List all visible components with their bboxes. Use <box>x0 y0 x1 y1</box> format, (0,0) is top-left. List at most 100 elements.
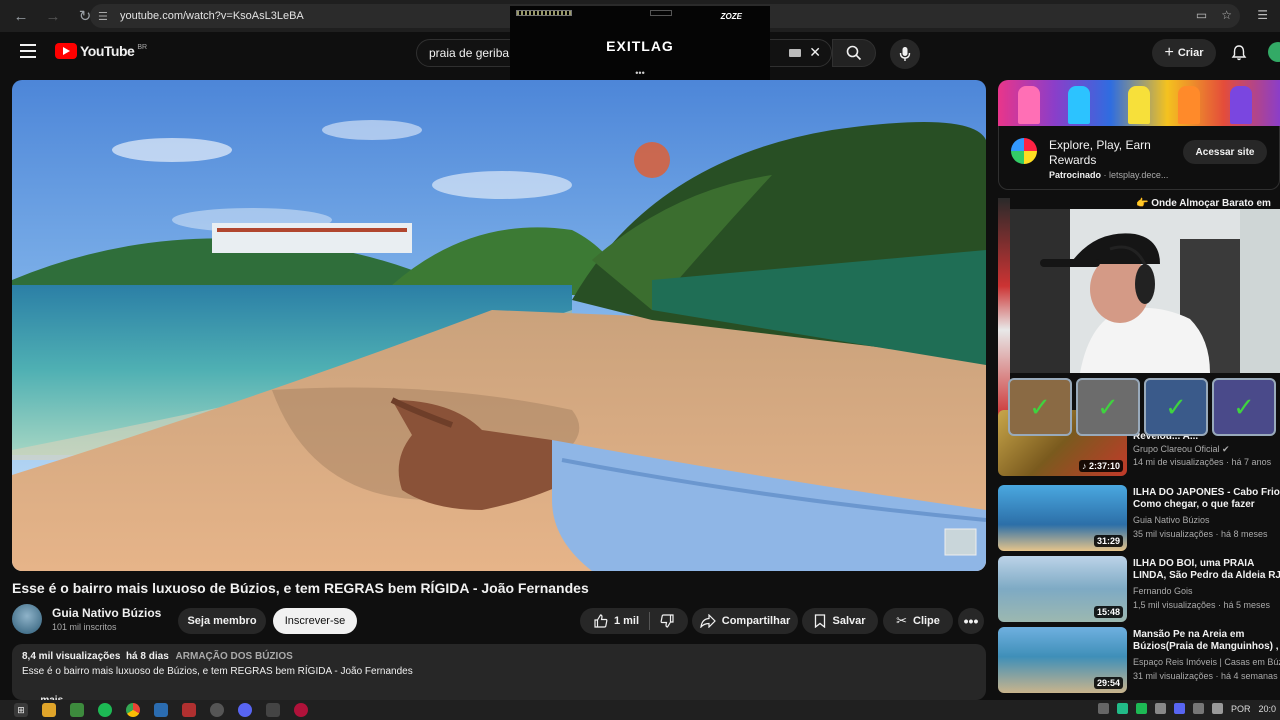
keyboard-icon[interactable] <box>789 49 801 57</box>
windows-start-icon[interactable]: ⊞ <box>14 703 28 717</box>
recommendation-thumbnail[interactable]: 31:29 <box>998 485 1127 551</box>
clock[interactable]: 20:0 <box>1258 704 1276 714</box>
description-text: Esse é o bairro mais luxuoso de Búzios, … <box>22 666 413 677</box>
check-icon: ✓ <box>1165 391 1187 422</box>
ad-card[interactable]: Explore, Play, Earn Rewards Patrocinado … <box>998 126 1280 190</box>
subscribe-button[interactable]: Inscrever-se <box>273 608 357 634</box>
recommendation-title[interactable]: 👉 Onde Almoçar Barato em <box>1136 198 1271 209</box>
tray-icon[interactable] <box>1173 703 1185 714</box>
ad-title[interactable]: Explore, Play, Earn Rewards <box>1049 138 1179 168</box>
search-icon <box>846 45 862 61</box>
webcam-overlay <box>1010 209 1280 373</box>
thumbs-up-icon <box>594 614 608 628</box>
subscriber-count: 101 mil inscritos <box>52 622 117 632</box>
exitlag-dots[interactable]: ••• <box>510 68 770 78</box>
network-icon[interactable] <box>1192 703 1204 714</box>
windows-taskbar: ⊞ POR 20:0 <box>0 700 1280 720</box>
ad-domain: letsplay.dece... <box>1109 170 1169 180</box>
channel-avatar[interactable] <box>12 604 42 634</box>
app-icon[interactable] <box>266 703 280 717</box>
voice-search-button[interactable] <box>890 39 920 69</box>
recommendation-stats: 1,5 mil visualizações · há 5 meses <box>1133 600 1271 610</box>
spotify-icon[interactable] <box>98 703 112 717</box>
guide-menu-icon[interactable] <box>20 44 36 58</box>
plus-icon: + <box>1164 44 1174 61</box>
recommendation-item[interactable]: 31:29 ILHA DO JAPONES - Cabo Frio Como c… <box>998 485 1280 551</box>
join-button[interactable]: Seja membro <box>178 608 266 634</box>
search-input[interactable]: praia de geriba <box>429 46 509 60</box>
reward-tiles: ✓ ✓ ✓ ✓ <box>1008 378 1280 436</box>
recommendation-title-line2[interactable]: LINDA, São Pedro da Aldeia RJ <box>1133 569 1280 582</box>
channel-row: Guia Nativo Búzios 101 mil inscritos Sej… <box>12 604 986 636</box>
app-icon[interactable] <box>210 703 224 717</box>
thumbs-down-icon <box>660 614 674 628</box>
tray-icon[interactable] <box>1097 703 1109 714</box>
sponsored-label: Patrocinado <box>1049 170 1102 180</box>
recommendation-channel[interactable]: Fernando Gois <box>1133 586 1280 596</box>
create-button[interactable]: + Criar <box>1152 39 1216 67</box>
ad-character <box>1230 86 1252 124</box>
cast-icon[interactable]: ▭ <box>1196 8 1207 22</box>
youtube-logo[interactable]: YouTube BR <box>55 43 147 59</box>
recommendation-thumbnail[interactable]: 15:48 <box>998 556 1127 622</box>
recommendation-stats: 14 mi de visualizações · há 7 anos <box>1133 457 1272 467</box>
visit-site-button[interactable]: Acessar site <box>1183 140 1267 164</box>
save-button[interactable]: Salvar <box>802 608 878 634</box>
video-title: Esse é o bairro mais luxuoso de Búzios, … <box>12 580 589 596</box>
url-text: youtube.com/watch?v=KsoAsL3LeBA <box>120 10 304 22</box>
keyboard-language[interactable]: POR <box>1231 704 1251 714</box>
like-button[interactable]: 1 mil <box>584 608 649 634</box>
notifications-bell-icon[interactable] <box>1230 44 1248 62</box>
recommendation-stats: 31 mil visualizações · há 4 semanas <box>1133 671 1278 681</box>
tray-icon[interactable] <box>1154 703 1166 714</box>
exitlag-overlay: ZOZE EXITLAG ••• <box>510 6 770 80</box>
ad-character <box>1018 86 1040 124</box>
app-icon[interactable] <box>70 703 84 717</box>
browser-menu-icon[interactable]: ☰ <box>1257 8 1268 22</box>
exitlag-signal-bar <box>516 10 572 16</box>
like-count: 1 mil <box>613 615 640 627</box>
chrome-icon[interactable] <box>126 703 140 717</box>
description-box[interactable]: 8,4 mil visualizações há 8 dias ARMAÇÃO … <box>12 644 986 706</box>
more-actions-button[interactable]: ••• <box>958 608 984 634</box>
recommendation-item[interactable]: 29:54 Mansão Pe na Areia em Búzios(Praia… <box>998 627 1280 693</box>
ad-banner-image[interactable] <box>998 80 1280 126</box>
video-player[interactable] <box>12 80 986 571</box>
location-tag[interactable]: ARMAÇÃO DOS BÚZIOS <box>176 651 293 662</box>
recommendation-item[interactable]: 15:48 ILHA DO BOI, uma PRAIA LINDA, São … <box>998 556 1280 622</box>
file-explorer-icon[interactable] <box>42 703 56 717</box>
share-icon <box>700 614 716 628</box>
forward-icon[interactable]: → <box>42 5 64 27</box>
recommendation-channel[interactable]: Espaço Reis Imóveis | Casas em Búz <box>1133 657 1280 667</box>
share-button[interactable]: Compartilhar <box>692 608 798 634</box>
dislike-button[interactable] <box>650 608 684 634</box>
recommendation-title-line2[interactable]: Como chegar, o que fazer <box>1133 498 1280 511</box>
clear-search-icon[interactable]: ✕ <box>809 44 821 61</box>
youtube-wordmark: YouTube <box>80 43 135 59</box>
video-duration: 29:54 <box>1093 677 1123 689</box>
channel-name[interactable]: Guia Nativo Búzios <box>52 606 161 620</box>
discord-icon[interactable] <box>238 703 252 717</box>
recommendation-channel[interactable]: Guia Nativo Búzios <box>1133 515 1280 525</box>
clip-button[interactable]: ✂ Clipe <box>883 608 953 634</box>
tray-icon[interactable] <box>1116 703 1128 714</box>
system-tray: POR 20:0 <box>1097 703 1276 714</box>
app-icon[interactable] <box>294 703 308 717</box>
share-label: Compartilhar <box>721 615 791 627</box>
account-avatar[interactable] <box>1268 42 1280 62</box>
save-label: Salvar <box>832 615 866 627</box>
create-label: Criar <box>1177 47 1204 59</box>
recommendation-thumbnail[interactable]: 29:54 <box>998 627 1127 693</box>
app-icon[interactable] <box>182 703 196 717</box>
bookmark-star-icon[interactable]: ☆ <box>1221 8 1232 22</box>
app-icon[interactable] <box>154 703 168 717</box>
recommendation-channel[interactable]: Grupo Clareou Oficial ✔ <box>1133 444 1280 455</box>
back-icon[interactable]: ← <box>10 5 32 27</box>
volume-icon[interactable] <box>1211 703 1223 714</box>
reward-tile: ✓ <box>1144 378 1208 436</box>
search-button[interactable] <box>832 39 876 67</box>
site-info-icon[interactable]: ☰ <box>98 10 114 23</box>
video-frame <box>12 80 986 571</box>
tray-icon[interactable] <box>1135 703 1147 714</box>
recommendation-title-line2[interactable]: Búzios(Praia de Manguinhos) , <box>1133 640 1280 653</box>
